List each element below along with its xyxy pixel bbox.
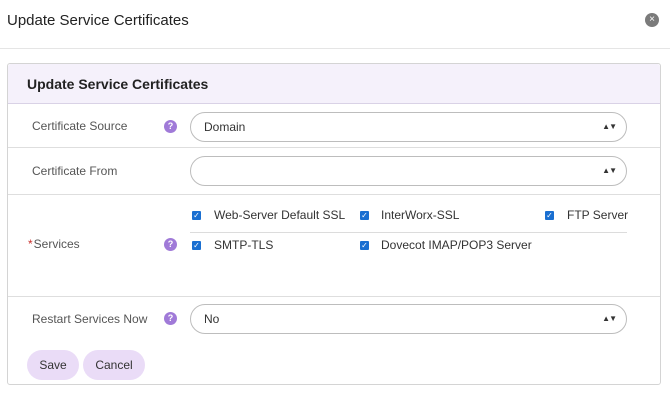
checkbox-web-server-ssl[interactable]: ✓: [192, 211, 201, 220]
service-label-ftp-server: FTP Server: [567, 208, 629, 222]
modal-title: Update Service Certificates: [7, 12, 189, 29]
cancel-button[interactable]: Cancel: [83, 350, 145, 380]
restart-services-select[interactable]: No ▲▼: [190, 304, 627, 334]
help-icon[interactable]: ?: [164, 238, 177, 251]
restart-services-row: Restart Services Now ? No ▲▼: [8, 298, 660, 342]
select-arrows-icon: ▲▼: [602, 122, 617, 131]
services-row: *Services ? ✓ Web-Server Default SSL ✓ I…: [8, 196, 660, 297]
select-arrows-icon: ▲▼: [602, 166, 617, 175]
service-label-web-server-ssl: Web-Server Default SSL: [214, 208, 346, 222]
help-icon[interactable]: ?: [164, 120, 177, 133]
required-marker: *: [28, 237, 33, 251]
checkbox-ftp-server[interactable]: ✓: [545, 211, 554, 220]
services-label: *Services: [28, 237, 80, 251]
modal-header: Update Service Certificates ×: [0, 0, 670, 49]
checkbox-interworx-ssl[interactable]: ✓: [360, 211, 369, 220]
certificate-source-select[interactable]: Domain ▲▼: [190, 112, 627, 142]
service-label-interworx-ssl: InterWorx-SSL: [381, 208, 460, 222]
certificate-source-value: Domain: [204, 120, 246, 134]
save-button[interactable]: Save: [27, 350, 79, 380]
checkbox-smtp-tls[interactable]: ✓: [192, 241, 201, 250]
certificate-from-row: Certificate From ▲▼: [8, 149, 660, 195]
certificate-from-select[interactable]: ▲▼: [190, 156, 627, 186]
select-arrows-icon: ▲▼: [602, 314, 617, 323]
service-label-smtp-tls: SMTP-TLS: [214, 238, 274, 252]
help-icon[interactable]: ?: [164, 312, 177, 325]
panel-heading: Update Service Certificates: [8, 64, 660, 104]
services-divider: [190, 232, 627, 233]
certificate-source-row: Certificate Source ? Domain ▲▼: [8, 105, 660, 148]
certificate-from-label: Certificate From: [32, 164, 118, 178]
certificate-panel: Update Service Certificates Certificate …: [7, 63, 661, 385]
certificate-source-label: Certificate Source: [32, 119, 128, 133]
close-icon[interactable]: ×: [645, 13, 659, 27]
restart-services-label: Restart Services Now: [32, 312, 148, 326]
checkbox-dovecot[interactable]: ✓: [360, 241, 369, 250]
service-label-dovecot: Dovecot IMAP/POP3 Server: [381, 238, 532, 252]
restart-services-value: No: [204, 312, 220, 326]
